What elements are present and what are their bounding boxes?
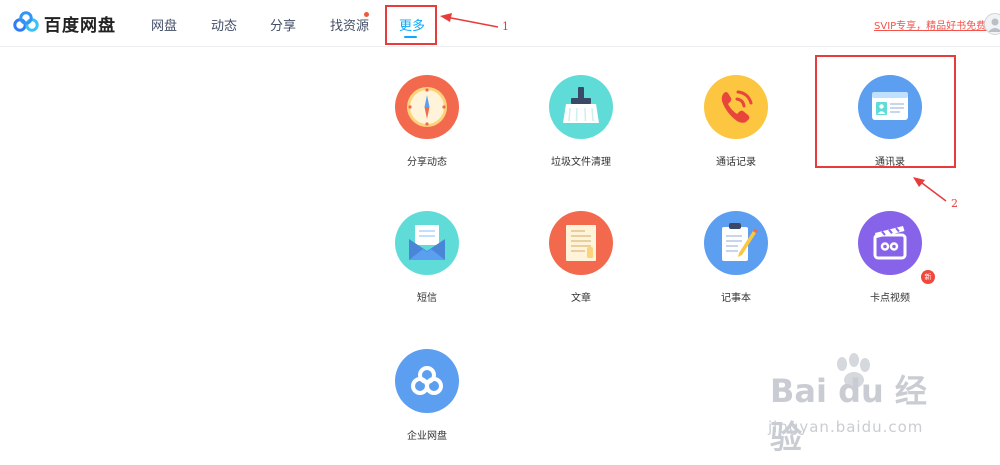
annotation-number-2: 2 <box>951 197 958 210</box>
watermark-url: jingyan.baidu.com <box>768 418 924 436</box>
watermark-logo-text: Bai du 经验 <box>770 372 927 456</box>
baidu-jingyan-watermark: Bai du 经验 jingyan.baidu.com <box>768 352 954 456</box>
annotation-number-1: 1 <box>502 20 509 33</box>
